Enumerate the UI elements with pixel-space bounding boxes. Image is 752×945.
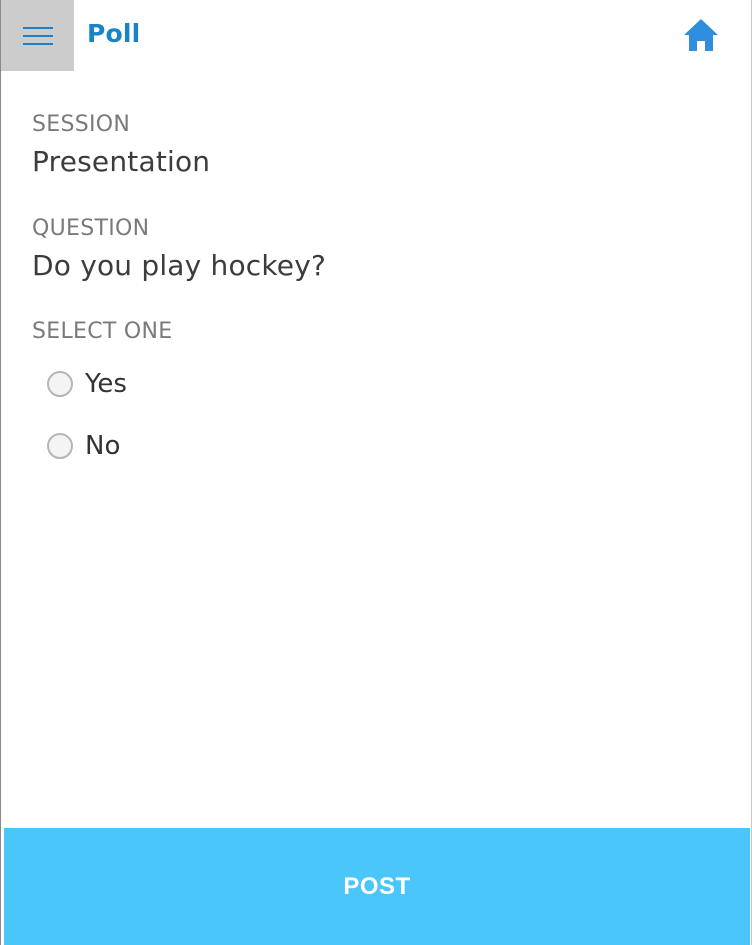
radio-option-label: No [85,431,121,461]
radio-option-yes[interactable]: Yes [47,364,127,404]
home-button[interactable] [681,16,721,54]
post-button-label: POST [343,872,411,900]
session-value: Presentation [32,145,211,178]
radio-button-circle[interactable] [47,371,73,397]
question-label: QUESTION [32,216,150,241]
post-button[interactable]: POST [4,828,750,945]
poll-page: Poll SESSION Presentation QUESTION Do yo… [0,0,752,945]
page-title: Poll [87,19,141,48]
hamburger-menu-icon [22,26,53,45]
select-one-label: SELECT ONE [32,319,173,344]
home-icon [684,19,718,51]
radio-button-circle[interactable] [47,433,73,459]
session-label: SESSION [32,112,131,137]
menu-button[interactable] [1,0,74,71]
question-value: Do you play hockey? [32,249,327,282]
radio-option-label: Yes [85,369,127,399]
radio-option-no[interactable]: No [47,426,120,466]
